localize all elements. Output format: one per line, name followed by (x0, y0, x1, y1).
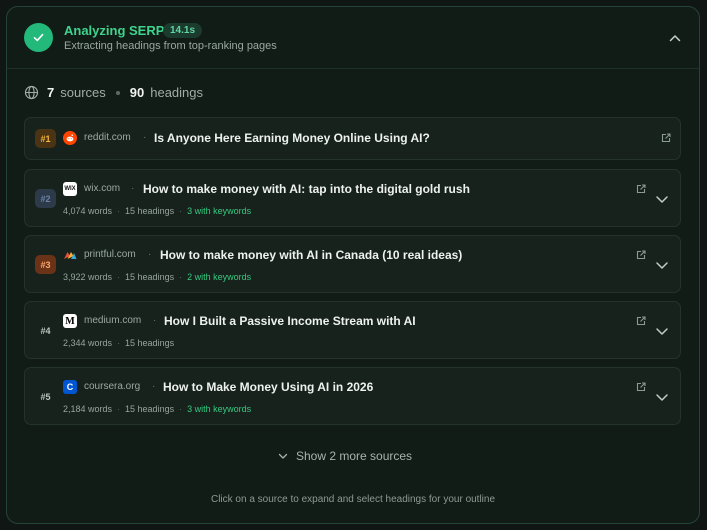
rank-badge: #1 (35, 129, 56, 148)
source-title: Is Anyone Here Earning Money Online Usin… (154, 131, 430, 145)
keyword-count: 2 with keywords (187, 272, 252, 282)
source-card-3[interactable]: #3 printful.com · How to make money with… (24, 235, 681, 293)
source-meta: 2,184 words · 15 headings · 3 with keywo… (63, 404, 252, 414)
panel-header[interactable]: Analyzing SERP 14.1s Extracting headings… (7, 7, 699, 69)
external-link-icon[interactable] (635, 183, 647, 195)
external-link-icon[interactable] (635, 381, 647, 393)
source-domain: medium.com (84, 315, 142, 326)
serp-analysis-panel: Analyzing SERP 14.1s Extracting headings… (6, 6, 700, 524)
source-title: How to make money with AI in Canada (10 … (160, 248, 463, 262)
source-title: How to make money with AI: tap into the … (143, 182, 470, 196)
source-domain: printful.com (84, 249, 136, 260)
heading-count: 15 headings (125, 338, 175, 348)
show-more-sources-button[interactable]: Show 2 more sources (278, 447, 412, 465)
source-domain: reddit.com (84, 132, 131, 143)
header-title: Analyzing SERP (64, 23, 165, 38)
keyword-count: 3 with keywords (187, 206, 252, 216)
rank-badge: #5 (40, 391, 51, 402)
sources-count: 7 (47, 85, 55, 100)
source-card-2[interactable]: #2 WIX wix.com · How to make money with … (24, 169, 681, 227)
separator: · (131, 183, 135, 194)
chevron-down-icon[interactable] (655, 194, 669, 204)
word-count: 4,074 words (63, 206, 113, 216)
source-meta: 4,074 words · 15 headings · 3 with keywo… (63, 206, 252, 216)
wix-favicon-icon: WIX (63, 182, 77, 196)
chevron-up-icon (669, 35, 681, 42)
heading-count: 15 headings (125, 404, 175, 414)
reddit-favicon-icon (63, 131, 77, 145)
source-meta: 3,922 words · 15 headings · 2 with keywo… (63, 272, 252, 282)
separator: · (148, 249, 152, 260)
source-meta: 2,344 words · 15 headings (63, 338, 175, 348)
source-card-5[interactable]: #5 C coursera.org · How to Make Money Us… (24, 367, 681, 425)
chevron-down-icon (278, 453, 288, 459)
source-card-1[interactable]: #1 reddit.com · Is Anyone Here Earning M… (24, 117, 681, 160)
collapse-button[interactable] (663, 29, 687, 47)
rank-badge: #3 (35, 255, 56, 274)
heading-count: 15 headings (125, 206, 175, 216)
header-subtitle: Extracting headings from top-ranking pag… (64, 40, 277, 52)
external-link-icon[interactable] (660, 132, 672, 144)
headings-count: 90 (129, 85, 145, 100)
show-more-label: Show 2 more sources (296, 449, 413, 463)
separator: · (152, 381, 156, 392)
printful-favicon-icon (63, 248, 77, 262)
footer-hint: Click on a source to expand and select h… (210, 494, 496, 505)
keyword-count: 3 with keywords (187, 404, 252, 414)
word-count: 2,184 words (63, 404, 113, 414)
source-domain: wix.com (84, 183, 121, 194)
elapsed-time-badge: 14.1s (163, 23, 203, 38)
separator: · (143, 132, 147, 143)
chevron-down-icon[interactable] (655, 260, 669, 270)
source-domain: coursera.org (84, 381, 141, 392)
sources-summary: 7 sources 90 headings (24, 84, 203, 101)
chevron-down-icon[interactable] (655, 326, 669, 336)
check-icon (24, 23, 53, 52)
source-card-4[interactable]: #4 M medium.com · How I Built a Passive … (24, 301, 681, 359)
medium-favicon-icon: M (63, 314, 77, 328)
source-title: How to Make Money Using AI in 2026 (163, 380, 374, 394)
headings-label: headings (150, 85, 204, 100)
source-title: How I Built a Passive Income Stream with… (164, 314, 416, 328)
chevron-down-icon[interactable] (655, 392, 669, 402)
globe-icon (24, 85, 39, 100)
word-count: 3,922 words (63, 272, 113, 282)
summary-separator (115, 90, 120, 95)
separator: · (153, 315, 157, 326)
external-link-icon[interactable] (635, 315, 647, 327)
coursera-favicon-icon: C (63, 380, 77, 394)
external-link-icon[interactable] (635, 249, 647, 261)
rank-badge: #4 (40, 325, 51, 336)
heading-count: 15 headings (125, 272, 175, 282)
word-count: 2,344 words (63, 338, 113, 348)
rank-badge: #2 (35, 189, 56, 208)
sources-label: sources (60, 85, 106, 100)
